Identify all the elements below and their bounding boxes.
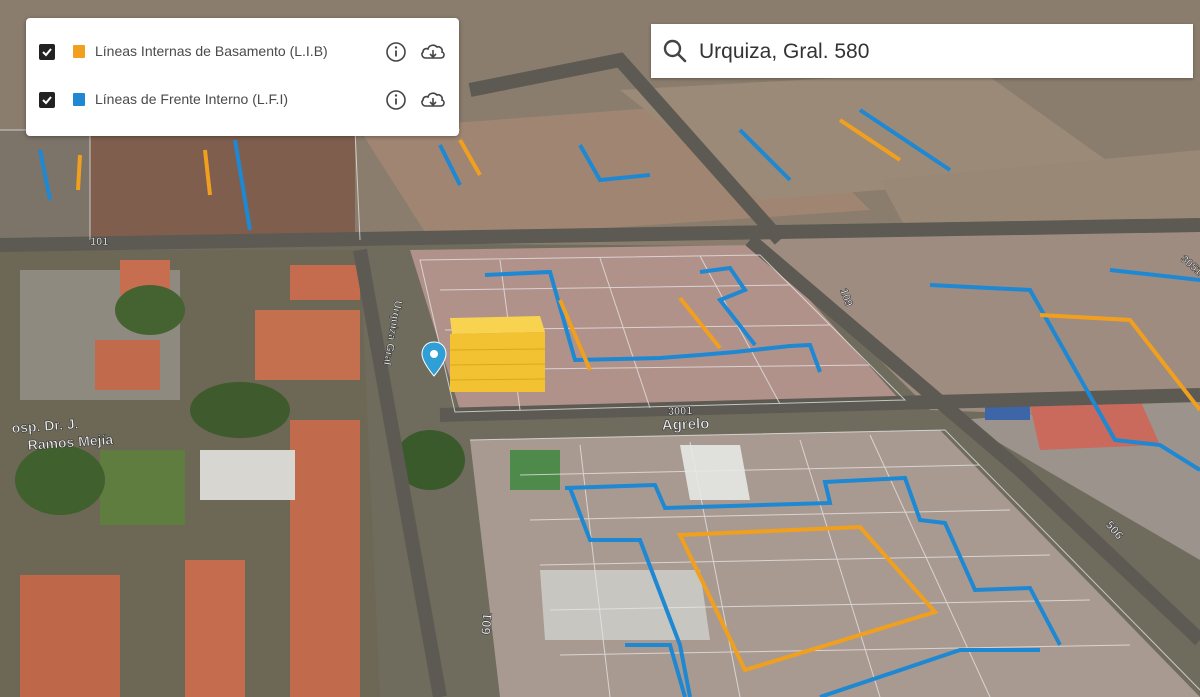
cloud-download-icon[interactable] [419, 41, 447, 63]
search-input[interactable] [697, 32, 1181, 72]
layer-row-lfi: Líneas de Frente Interno (L.F.I) [26, 80, 459, 120]
layer-legend-panel: Líneas Internas de Basamento (L.I.B) Lín… [26, 18, 459, 136]
layer-label-lib: Líneas Internas de Basamento (L.I.B) [95, 43, 328, 59]
search-icon[interactable] [662, 38, 688, 64]
search-box [651, 24, 1193, 78]
street-number-101: 101 [90, 236, 108, 248]
layer-row-lib: Líneas Internas de Basamento (L.I.B) [26, 32, 459, 72]
info-icon[interactable] [385, 89, 407, 111]
check-icon [42, 96, 52, 105]
street-label-agrelo: Agrelo [662, 415, 710, 434]
check-icon [42, 48, 52, 57]
layer-swatch-lib [73, 45, 85, 58]
layer-checkbox-lfi[interactable] [39, 92, 55, 108]
selected-building-3d[interactable] [449, 316, 546, 392]
layer-checkbox-lib[interactable] [39, 44, 55, 60]
layer-label-lfi: Líneas de Frente Interno (L.F.I) [95, 91, 288, 107]
info-icon[interactable] [385, 41, 407, 63]
street-number-601: 601 [478, 612, 495, 635]
cloud-download-icon[interactable] [419, 89, 447, 111]
layer-swatch-lfi [73, 93, 85, 106]
street-number-3001: 3001 [668, 405, 693, 418]
